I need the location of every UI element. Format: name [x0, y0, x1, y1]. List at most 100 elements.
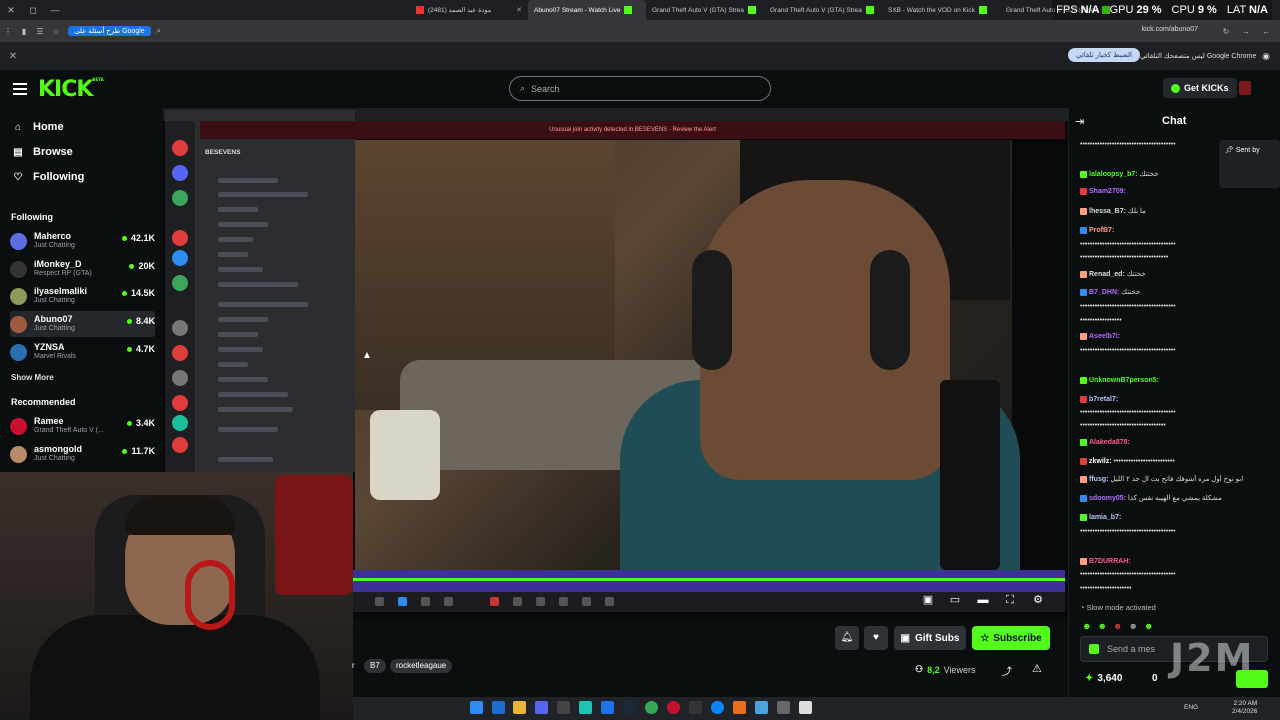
copilot-icon[interactable] — [492, 701, 505, 714]
subscribe-button[interactable]: ☆ Subscribe — [972, 626, 1050, 650]
close-window-icon[interactable]: ✕ — [0, 5, 22, 16]
app-icon[interactable] — [799, 701, 812, 714]
chat-username[interactable]: b7retal7: — [1089, 396, 1118, 403]
kicks-coin-icon — [1171, 83, 1180, 93]
channel-yznsa[interactable]: YZNSA Marvel Rivals 4.7K — [10, 339, 155, 365]
search-icon[interactable]: ⌕ — [151, 26, 167, 36]
chat-send-button[interactable] — [1236, 670, 1268, 688]
app-icon[interactable] — [601, 701, 614, 714]
tab-search-icon[interactable]: ☰ — [32, 27, 48, 36]
stream-tag[interactable]: r — [346, 659, 361, 673]
stream-tag[interactable]: rocketleagaue — [390, 659, 453, 673]
stream-tag[interactable]: B7 — [364, 659, 386, 673]
chat-username[interactable]: B7_DHN: — [1089, 289, 1119, 296]
search-input[interactable]: ⌕ Search — [509, 76, 771, 101]
browser-tab-active[interactable]: Abuno07 Stream - Watch Live — [528, 0, 646, 20]
emote-icon[interactable]: ☻ — [1128, 621, 1137, 631]
maximize-icon[interactable]: ◻ — [22, 5, 44, 16]
share-icon[interactable]: ⤴ — [1002, 663, 1012, 678]
nav-home[interactable]: ⌂ Home — [12, 121, 64, 133]
report-warning-icon[interactable]: ⚠ — [1032, 662, 1042, 675]
minimize-icon[interactable]: — — [44, 5, 66, 15]
edge-icon[interactable] — [711, 701, 724, 714]
emote-icon[interactable]: ☻ — [1082, 621, 1091, 631]
opera-icon[interactable] — [667, 701, 680, 714]
chat-username[interactable]: lamia_b7: — [1089, 514, 1121, 521]
close-tab-icon[interactable]: ✕ — [516, 6, 522, 14]
follow-heart-button[interactable]: ♥ — [864, 626, 888, 650]
steam-icon[interactable] — [623, 701, 636, 714]
browser-tab[interactable]: SXB - Watch the VOD on Kick — [882, 0, 1000, 20]
channel-imonkey-d[interactable]: iMonkey_D Respect RP (GTA) 20K — [10, 256, 155, 282]
app-icon[interactable] — [689, 701, 702, 714]
close-icon[interactable]: ✕ — [0, 51, 26, 62]
app-icon[interactable] — [755, 701, 768, 714]
chat-username[interactable]: lalaloopsy_b7: — [1089, 171, 1138, 178]
file-explorer-icon[interactable] — [513, 701, 526, 714]
theater-mode-icon[interactable]: ▬ — [976, 593, 990, 607]
browser-tab[interactable]: Grand Theft Auto V (GTA) Strea — [646, 0, 764, 20]
forward-icon[interactable]: → — [1238, 27, 1254, 36]
kick-tab-icon — [978, 6, 987, 14]
nav-browse[interactable]: ▤ Browse — [12, 146, 72, 158]
channel-maherco[interactable]: Maherco Just Chatting 42.1K — [10, 228, 155, 254]
app-icon[interactable] — [557, 701, 570, 714]
chat-username[interactable]: zkwilz: — [1089, 458, 1112, 465]
chat-username[interactable]: ProfB7: — [1089, 227, 1114, 234]
chat-username[interactable]: Aseelb7i: — [1089, 333, 1120, 340]
reload-icon[interactable]: ↻ — [1218, 27, 1234, 36]
chat-username[interactable]: Sham2709: — [1089, 188, 1126, 195]
chat-username[interactable]: sdoomy05: — [1089, 495, 1126, 502]
chat-message: lamia_b7: — [1080, 513, 1266, 522]
input-language[interactable]: ENG — [1184, 704, 1198, 711]
hamburger-menu-icon[interactable] — [13, 83, 27, 95]
channel-ramee[interactable]: Ramee Grand Theft Auto V (... 3.4K — [10, 413, 155, 439]
kicks-balance[interactable]: ✦ 3,640 — [1085, 673, 1122, 684]
chat-username[interactable]: ffusg: — [1089, 476, 1108, 483]
nav-following[interactable]: ♡ Following — [12, 171, 85, 183]
heart-icon: ♡ — [13, 171, 23, 183]
emote-icon[interactable]: ☻ — [1144, 621, 1153, 631]
app-icon[interactable] — [579, 701, 592, 714]
address-bar[interactable]: kick.com/abuno07 — [1142, 26, 1198, 33]
bookmark-star-icon[interactable]: ☆ — [48, 27, 64, 36]
collapse-chat-icon[interactable]: ⇥ — [1075, 115, 1084, 128]
browse-icon: ▤ — [13, 146, 23, 158]
show-more-link[interactable]: Show More — [11, 373, 54, 382]
channel-asmongold[interactable]: asmongold Just Chatting 11.7K — [10, 441, 155, 467]
channel-ilyaselmaliki[interactable]: ilyaselmaliki Just Chatting 14.5K — [10, 283, 155, 309]
fullscreen-icon[interactable]: ⛶ — [1003, 593, 1017, 607]
chat-text: خختتك — [1121, 289, 1141, 296]
chat-username[interactable]: UnknownB7person5: — [1089, 377, 1159, 384]
set-default-button[interactable]: الضبط كخيار تلقائي — [1068, 48, 1140, 62]
gift-subs-button[interactable]: ▣ Gift Subs — [894, 626, 966, 650]
chat-username[interactable]: lhessa_B7: — [1089, 208, 1126, 215]
channel-abuno07[interactable]: Abuno07 Just Chatting 8.4K — [10, 311, 155, 337]
mini-player-icon[interactable]: ▣ — [921, 593, 935, 607]
discord-channel — [218, 457, 273, 462]
discord-icon[interactable] — [535, 701, 548, 714]
pinned-sent-by[interactable]: 📌︎ Sent by — [1219, 140, 1280, 188]
google-search-chip[interactable]: طرح أسئلة على Google — [68, 26, 151, 36]
get-kicks-button[interactable]: Get KICKs — [1163, 78, 1237, 98]
menu-dots-icon[interactable]: ⋮ — [0, 27, 16, 36]
settings-icon[interactable] — [777, 701, 790, 714]
emote-icon[interactable]: ☻ — [1097, 621, 1106, 631]
chat-username[interactable]: Renad_ed: — [1089, 271, 1125, 278]
back-icon[interactable]: ← — [1258, 27, 1274, 36]
browser-tab[interactable]: Grand Theft Auto V (GTA) Strea — [764, 0, 882, 20]
notification-bell-button[interactable]: 🔔︎ — [835, 626, 859, 650]
clip-icon[interactable]: ▭ — [948, 593, 962, 607]
start-icon[interactable] — [470, 701, 483, 714]
app-icon[interactable] — [733, 701, 746, 714]
user-avatar[interactable] — [1239, 81, 1251, 95]
browser-tab[interactable]: (2481) مودة عيد الصمد ✕ — [410, 0, 528, 20]
emote-icon[interactable]: ☻ — [1113, 621, 1122, 631]
chrome-icon[interactable] — [645, 701, 658, 714]
kick-logo[interactable]: KICKBETA — [38, 77, 104, 102]
settings-gear-icon[interactable]: ⚙ — [1031, 593, 1045, 607]
system-clock[interactable]: 2:20 AM 2/4/2026 — [1232, 700, 1257, 716]
extensions-icon[interactable]: ▮ — [16, 27, 32, 36]
chat-username[interactable]: Alakeda878: — [1089, 439, 1130, 446]
chat-username[interactable]: B7DURRAH: — [1089, 558, 1131, 565]
